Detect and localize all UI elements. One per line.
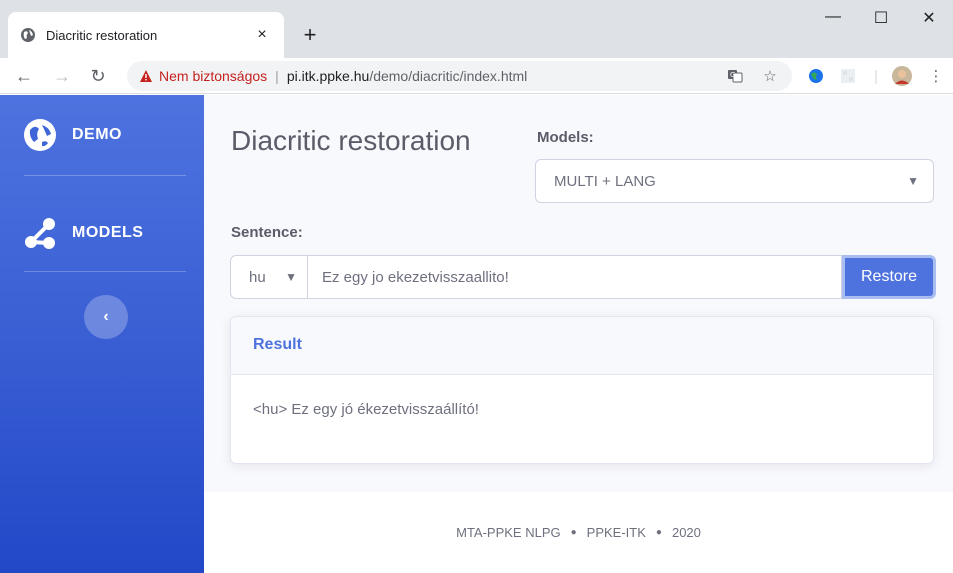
close-window-button[interactable]: ✕ — [906, 8, 952, 28]
sidebar-divider — [24, 175, 186, 176]
browser-tab-bar: Diacritic restoration × + — ☐ ✕ — [0, 0, 953, 58]
main-content: Diacritic restoration Models: MULTI + LA… — [204, 95, 953, 492]
warning-icon — [140, 70, 152, 82]
share-nodes-icon — [22, 215, 58, 251]
page-title: Diacritic restoration — [231, 125, 471, 156]
models-label: Models: — [537, 129, 594, 146]
minimize-button[interactable]: — — [810, 8, 856, 26]
footer-org: MTA-PPKE NLPG — [456, 525, 561, 540]
back-icon[interactable]: ← — [12, 64, 36, 88]
footer-separator: ● — [570, 527, 577, 538]
tab-title: Diacritic restoration — [46, 27, 158, 43]
url-separator: | — [275, 68, 279, 84]
forward-icon[interactable]: → — [50, 64, 74, 88]
restore-button[interactable]: Restore — [842, 255, 936, 299]
language-select-value: hu — [249, 268, 266, 286]
chevron-down-icon: ▼ — [907, 174, 919, 188]
svg-text:G: G — [730, 71, 735, 79]
toolbar-divider: | — [874, 67, 878, 85]
profile-avatar[interactable] — [892, 66, 912, 86]
result-card: Result <hu> Ez egy jó ékezetvisszaállító… — [230, 316, 934, 464]
globe-icon — [22, 117, 58, 153]
browser-toolbar: ← → ↻ Nem biztonságos | pi.itk.ppke.hu /… — [0, 58, 953, 94]
sidebar: DEMO MODELS ‹ — [0, 95, 204, 573]
result-header: Result — [231, 317, 933, 375]
sentence-input-group: hu ▼ Restore — [230, 255, 936, 299]
sentence-label: Sentence: — [231, 224, 303, 241]
url-path: /demo/diacritic/index.html — [369, 68, 528, 84]
url-host: pi.itk.ppke.hu — [286, 68, 370, 84]
chevron-down-icon: ▼ — [285, 270, 297, 284]
extension-globe-icon[interactable] — [806, 66, 826, 86]
footer-separator: ● — [655, 527, 662, 538]
language-select[interactable]: hu ▼ — [230, 255, 308, 299]
sidebar-item-label: MODELS — [72, 224, 144, 241]
bookmark-star-icon[interactable]: ☆ — [760, 66, 780, 86]
sentence-input[interactable] — [308, 255, 842, 299]
translate-icon[interactable]: G — [725, 66, 745, 86]
address-bar[interactable]: Nem biztonságos | pi.itk.ppke.hu /demo/d… — [127, 61, 792, 91]
sidebar-item-demo[interactable]: DEMO — [22, 117, 122, 153]
sidebar-item-models[interactable]: MODELS — [22, 215, 143, 251]
models-select[interactable]: MULTI + LANG ▼ — [535, 159, 934, 203]
sidebar-divider — [24, 271, 186, 272]
footer-year: 2020 — [671, 525, 701, 540]
security-warning[interactable]: Nem biztonságos — [159, 68, 267, 84]
globe-favicon-icon — [20, 27, 36, 43]
models-select-value: MULTI + LANG — [554, 172, 656, 190]
extension-icon[interactable] — [838, 66, 858, 86]
result-text: <hu> Ez egy jó ékezetvisszaállító! — [253, 401, 479, 418]
new-tab-button[interactable]: + — [296, 22, 324, 50]
maximize-button[interactable]: ☐ — [858, 8, 904, 28]
sidebar-toggle-button[interactable]: ‹ — [84, 295, 128, 339]
footer: MTA-PPKE NLPG ● PPKE-ITK ● 2020 — [204, 492, 953, 573]
menu-kebab-icon[interactable]: ⋮ — [926, 66, 946, 86]
browser-tab[interactable]: Diacritic restoration × — [8, 12, 284, 58]
sidebar-item-label: DEMO — [72, 126, 122, 143]
reload-icon[interactable]: ↻ — [86, 64, 110, 88]
footer-faculty: PPKE-ITK — [586, 525, 646, 540]
tab-close-icon[interactable]: × — [252, 26, 272, 44]
